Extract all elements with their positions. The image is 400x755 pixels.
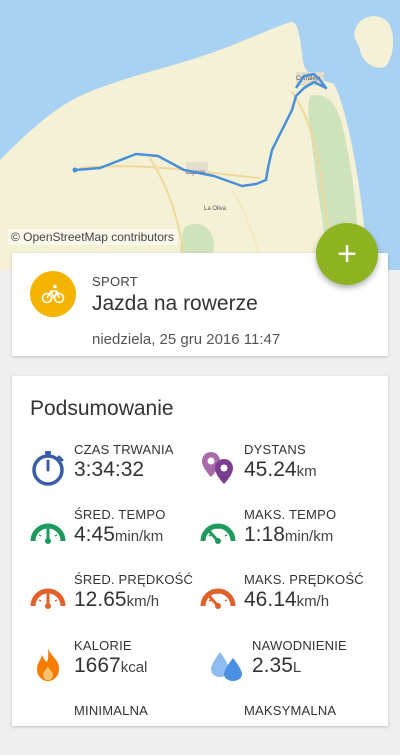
- stopwatch-icon: [32, 451, 64, 486]
- max-speed-gauge-icon: [200, 588, 236, 609]
- avg-pace-gauge-icon: [30, 523, 66, 544]
- flame-icon: [37, 648, 59, 681]
- metric-calories[interactable]: KALORIE 1667kcal: [30, 638, 205, 690]
- metric-label: DYSTANS: [244, 442, 306, 457]
- metric-value: 46.14km/h: [244, 588, 330, 611]
- sport-kicker: SPORT: [92, 274, 139, 289]
- metric-max-speed[interactable]: MAKS. PRĘDKOŚĆ 46.14km/h: [200, 572, 375, 624]
- metric-value: 2.35L: [252, 654, 302, 677]
- metric-label: KALORIE: [74, 638, 132, 653]
- metric-value: 4:45min/km: [74, 523, 164, 546]
- bicycle-icon: [30, 271, 76, 317]
- metric-duration[interactable]: CZAS TRWANIA 3:34:32: [30, 442, 205, 494]
- metric-label: MAKS. PRĘDKOŚĆ: [244, 572, 364, 587]
- metric-label: CZAS TRWANIA: [74, 442, 174, 457]
- metric-avg-speed[interactable]: ŚRED. PRĘDKOŚĆ 12.65km/h: [30, 572, 205, 624]
- max-pace-gauge-icon: [200, 523, 236, 544]
- metric-value: 45.24km: [244, 458, 317, 481]
- avg-speed-gauge-icon: [30, 588, 66, 609]
- map-attribution[interactable]: © OpenStreetMap contributors: [8, 229, 177, 245]
- map-label-la-oliva: La Oliva: [204, 206, 227, 212]
- metric-value: 1:18min/km: [244, 523, 334, 546]
- add-button[interactable]: +: [316, 223, 378, 285]
- summary-title: Podsumowanie: [30, 397, 174, 420]
- metric-hydration[interactable]: NAWODNIENIE 2.35L: [208, 638, 383, 690]
- summary-card: Podsumowanie CZAS TRWANIA 3:34:32 DYSTAN…: [12, 376, 388, 726]
- metric-avg-pace[interactable]: ŚRED. TEMPO 4:45min/km: [30, 507, 205, 559]
- workout-datetime: niedziela, 25 gru 2016 11:47: [92, 331, 281, 348]
- metric-value: 12.65km/h: [74, 588, 160, 611]
- distance-pins-icon: [202, 452, 233, 484]
- metric-label: NAWODNIENIE: [252, 638, 347, 653]
- metric-max-pace[interactable]: MAKS. TEMPO 1:18min/km: [200, 507, 375, 559]
- metric-value: 3:34:32: [74, 458, 145, 481]
- metric-label: MAKS. TEMPO: [244, 507, 337, 522]
- metric-label: ŚRED. PRĘDKOŚĆ: [74, 572, 194, 587]
- water-drops-icon: [211, 652, 242, 681]
- metric-distance[interactable]: DYSTANS 45.24km: [200, 442, 375, 494]
- sport-name: Jazda na rowerze: [92, 292, 258, 315]
- plus-icon: +: [337, 235, 357, 273]
- metric-value: 1667kcal: [74, 654, 148, 677]
- metric-label: ŚRED. TEMPO: [74, 507, 166, 522]
